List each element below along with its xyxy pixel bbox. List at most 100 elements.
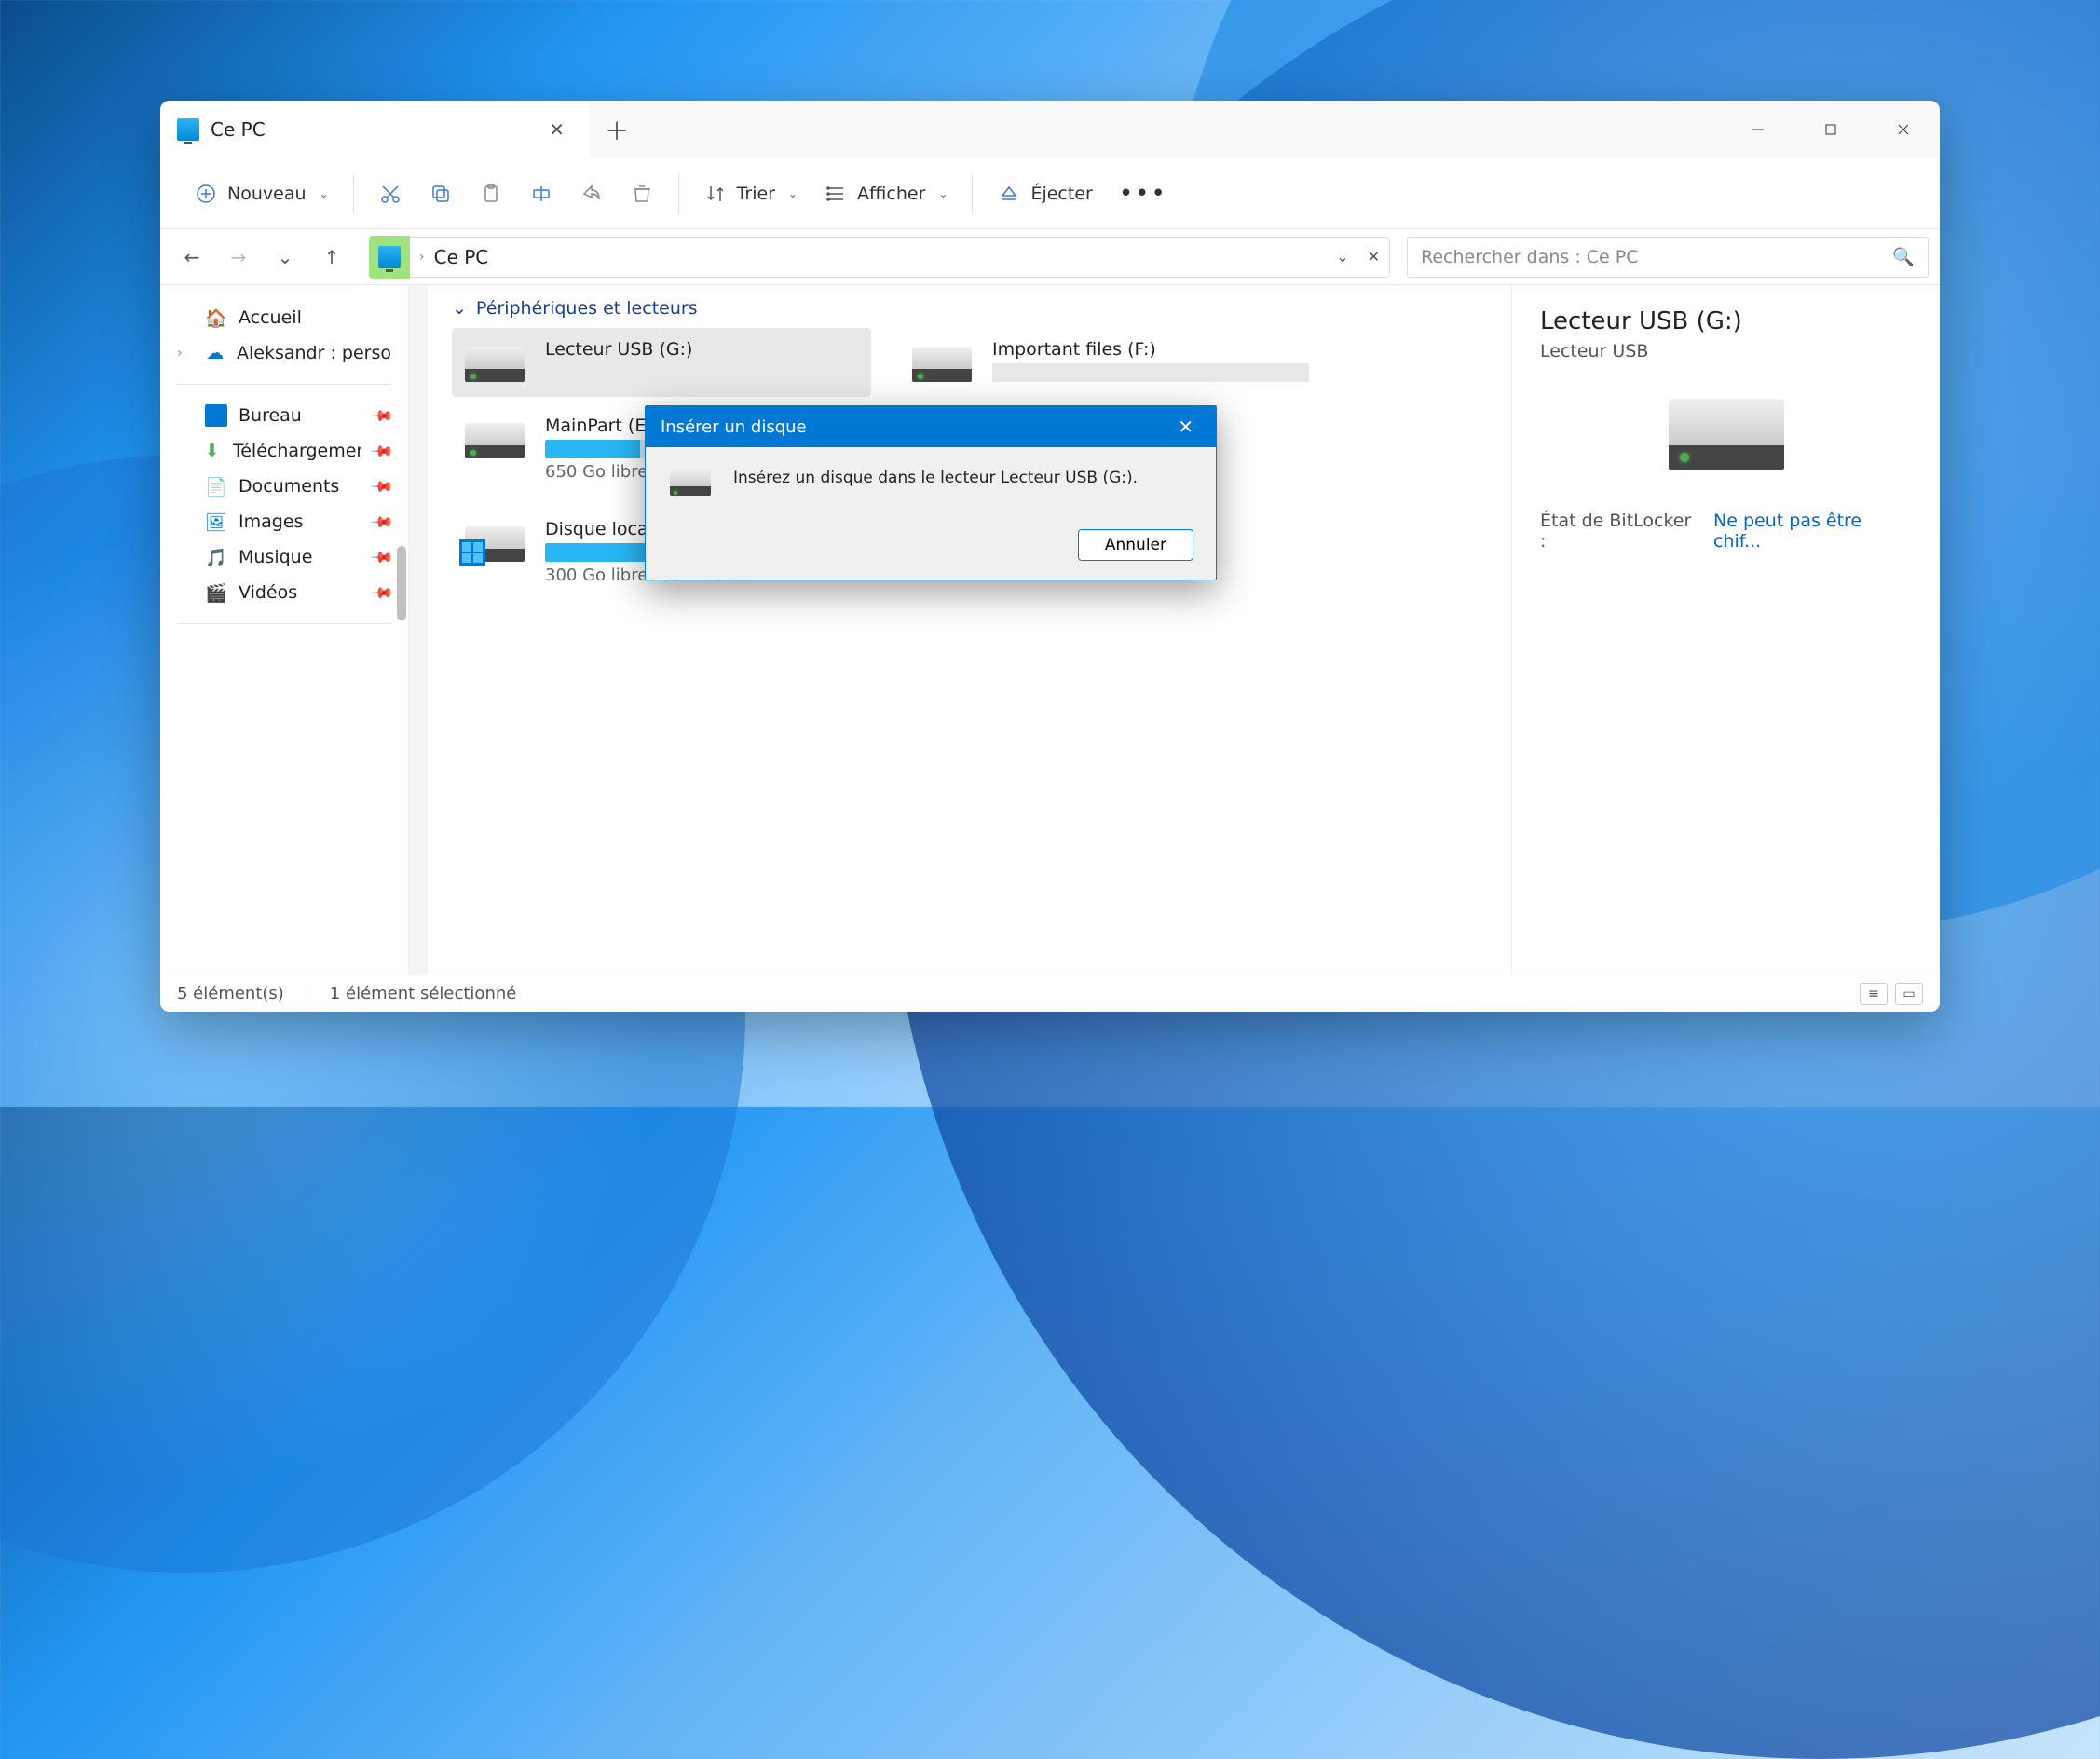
tab-close-button[interactable]: ✕ <box>541 115 572 144</box>
view-icon <box>824 182 848 206</box>
home-icon: 🏠 <box>205 307 227 329</box>
tab-title: Ce PC <box>211 118 530 141</box>
toolbar: Nouveau ⌄ Trier ⌄ Afficher ⌄ Éjecter ••• <box>160 158 1940 229</box>
dialog-close-button[interactable]: ✕ <box>1170 412 1201 442</box>
view-label: Afficher <box>857 184 925 204</box>
new-tab-button[interactable]: ＋ <box>589 101 645 158</box>
sidebar-label: Accueil <box>239 307 302 328</box>
eject-label: Éjecter <box>1030 184 1092 204</box>
pin-icon[interactable]: 📌 <box>369 509 395 535</box>
scrollbar-thumb[interactable] <box>397 546 406 620</box>
details-view-button[interactable]: ≡ <box>1860 983 1888 1005</box>
plus-circle-icon <box>194 182 218 206</box>
navbar: ← → ⌄ ↑ › Ce PC ⌄ ✕ Rechercher dans : Ce… <box>160 229 1940 285</box>
drive-icon <box>668 468 713 498</box>
cancel-button[interactable]: Annuler <box>1078 529 1193 561</box>
drive-important-f[interactable]: Important files (F:) <box>899 328 1318 397</box>
cloud-icon: ☁ <box>204 342 225 364</box>
pin-icon[interactable]: 📌 <box>369 544 395 570</box>
chevron-down-icon: ⌄ <box>788 187 798 200</box>
maximize-button[interactable] <box>1794 101 1867 158</box>
this-pc-icon <box>177 118 199 141</box>
breadcrumb-location[interactable]: Ce PC <box>434 246 489 268</box>
drive-icon <box>461 416 528 460</box>
chevron-right-icon: › <box>419 250 425 265</box>
sidebar-item-downloads[interactable]: ⬇ Téléchargements 📌 <box>160 433 408 469</box>
videos-icon: 🎬 <box>205 581 227 604</box>
bitlocker-value[interactable]: Ne peut pas être chif... <box>1713 511 1912 552</box>
separator <box>353 174 354 213</box>
delete-button[interactable] <box>617 172 667 215</box>
sidebar-item-onedrive[interactable]: › ☁ Aleksandr : perso <box>160 335 408 371</box>
search-placeholder: Rechercher dans : Ce PC <box>1421 247 1638 267</box>
forward-button[interactable]: → <box>218 237 259 278</box>
pin-icon[interactable]: 📌 <box>369 402 395 429</box>
drive-usb-g[interactable]: Lecteur USB (G:) <box>452 328 871 397</box>
details-subtitle: Lecteur USB <box>1540 341 1912 361</box>
drive-icon <box>461 519 528 564</box>
sidebar-item-music[interactable]: 🎵 Musique 📌 <box>160 539 408 575</box>
section-devices[interactable]: ⌄ Périphériques et lecteurs <box>452 298 1493 319</box>
tab-ce-pc[interactable]: Ce PC ✕ <box>160 101 589 158</box>
recent-button[interactable]: ⌄ <box>265 237 306 278</box>
window-controls <box>1722 101 1940 158</box>
more-button[interactable]: ••• <box>1106 170 1180 217</box>
back-button[interactable]: ← <box>171 237 212 278</box>
view-button[interactable]: Afficher ⌄ <box>811 172 961 215</box>
download-icon: ⬇ <box>202 440 221 462</box>
bitlocker-label: État de BitLocker : <box>1540 511 1700 552</box>
sidebar-label: Vidéos <box>239 582 297 603</box>
share-button[interactable] <box>566 172 617 215</box>
clipboard-icon <box>479 182 503 206</box>
chevron-down-icon: ⌄ <box>320 187 329 200</box>
separator <box>972 174 973 213</box>
windows-logo-icon <box>459 539 485 566</box>
pin-icon[interactable]: 📌 <box>369 473 395 499</box>
pin-icon[interactable]: 📌 <box>369 438 395 464</box>
sidebar-item-desktop[interactable]: Bureau 📌 <box>160 398 408 433</box>
status-count: 5 élément(s) <box>177 984 284 1003</box>
sidebar-item-pictures[interactable]: 🖼 Images 📌 <box>160 504 408 539</box>
body: 🏠 Accueil › ☁ Aleksandr : perso Bureau 📌… <box>160 285 1940 975</box>
rename-button[interactable] <box>516 172 566 215</box>
cut-button[interactable] <box>365 172 416 215</box>
paste-button[interactable] <box>466 172 516 215</box>
minimize-button[interactable] <box>1722 101 1794 158</box>
music-icon: 🎵 <box>205 546 227 568</box>
sidebar-label: Aleksandr : perso <box>237 343 391 363</box>
separator <box>177 384 391 385</box>
sidebar-item-videos[interactable]: 🎬 Vidéos 📌 <box>160 575 408 610</box>
section-label: Périphériques et lecteurs <box>476 298 698 319</box>
expand-icon[interactable]: › <box>177 346 193 361</box>
status-selection: 1 élément sélectionné <box>330 984 517 1003</box>
eject-button[interactable]: Éjecter <box>984 172 1105 215</box>
sidebar-item-home[interactable]: 🏠 Accueil <box>160 300 408 335</box>
sidebar: 🏠 Accueil › ☁ Aleksandr : perso Bureau 📌… <box>160 285 408 975</box>
tiles-view-button[interactable]: ▭ <box>1895 983 1923 1005</box>
document-icon: 📄 <box>205 475 227 498</box>
sort-button[interactable]: Trier ⌄ <box>690 172 811 215</box>
sidebar-label: Bureau <box>239 405 302 426</box>
close-button[interactable] <box>1867 101 1940 158</box>
sidebar-label: Documents <box>239 476 339 497</box>
dialog-titlebar[interactable]: Insérer un disque ✕ <box>646 406 1216 447</box>
insert-disk-dialog: Insérer un disque ✕ Insérez un disque da… <box>645 405 1217 580</box>
pin-icon[interactable]: 📌 <box>369 580 395 606</box>
sort-label: Trier <box>737 184 775 204</box>
breadcrumb-dropdown[interactable]: ⌄ <box>1336 248 1348 266</box>
up-button[interactable]: ↑ <box>311 237 352 278</box>
breadcrumb[interactable]: › Ce PC ⌄ ✕ <box>369 237 1390 278</box>
details-drive-icon <box>1661 389 1792 473</box>
breadcrumb-icon-wrap <box>369 236 410 279</box>
new-button[interactable]: Nouveau ⌄ <box>181 172 342 215</box>
copy-button[interactable] <box>416 172 466 215</box>
separator <box>678 174 679 213</box>
chevron-down-icon: ⌄ <box>452 298 467 319</box>
statusbar: 5 élément(s) 1 élément sélectionné ≡ ▭ <box>160 975 1940 1012</box>
scroll-gutter <box>409 285 428 975</box>
breadcrumb-clear[interactable]: ✕ <box>1368 248 1380 266</box>
search-input[interactable]: Rechercher dans : Ce PC 🔍 <box>1407 237 1929 278</box>
details-title: Lecteur USB (G:) <box>1540 307 1912 335</box>
sidebar-item-documents[interactable]: 📄 Documents 📌 <box>160 469 408 504</box>
drive-icon <box>908 339 975 384</box>
